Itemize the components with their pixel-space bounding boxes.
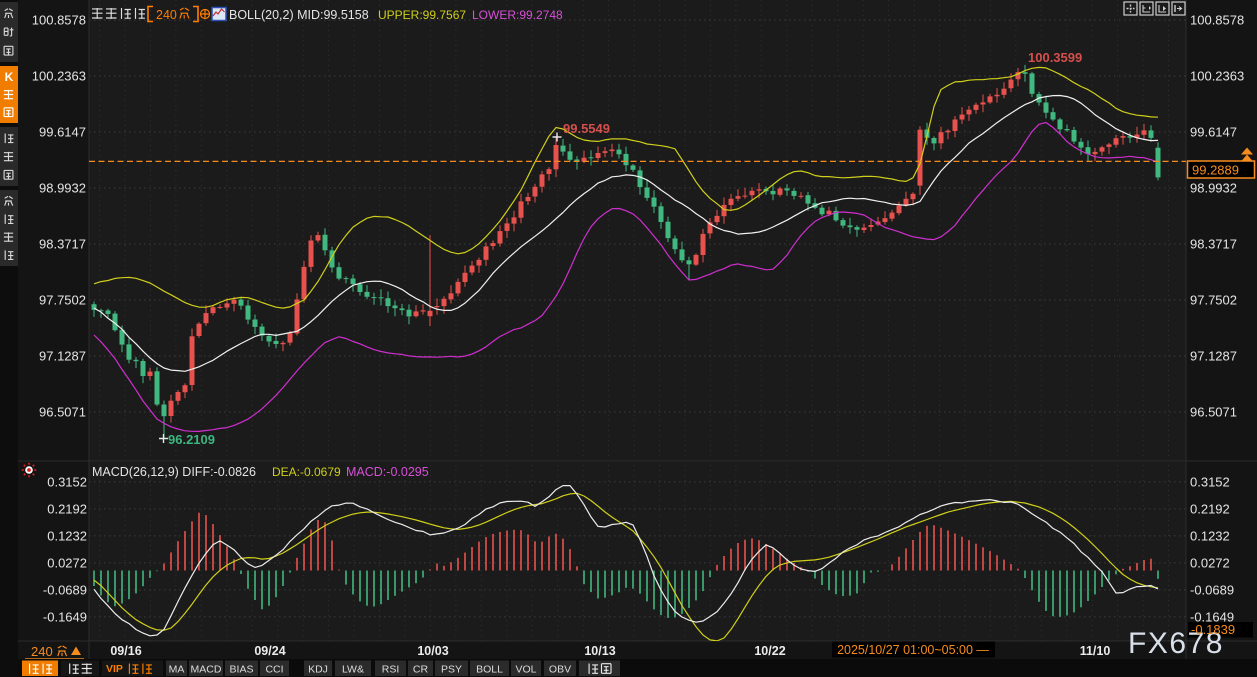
svg-text:UPPER:99.7567: UPPER:99.7567: [378, 8, 466, 22]
svg-text:98.9932: 98.9932: [1190, 181, 1237, 196]
svg-text:98.3717: 98.3717: [1190, 237, 1237, 252]
svg-text:240: 240: [156, 8, 177, 22]
svg-text:MACD: MACD: [191, 664, 222, 676]
svg-text:OBV: OBV: [549, 664, 571, 676]
svg-text:BOLL(20,2) MID:99.5158: BOLL(20,2) MID:99.5158: [229, 8, 369, 22]
svg-text:K: K: [5, 70, 14, 84]
svg-text:10/22: 10/22: [754, 644, 785, 658]
svg-text:99.5549: 99.5549: [563, 121, 610, 136]
svg-text:240: 240: [31, 644, 53, 659]
svg-text:09/24: 09/24: [254, 644, 285, 658]
svg-text:100.2363: 100.2363: [1190, 69, 1244, 84]
svg-text:0.2192: 0.2192: [47, 501, 87, 516]
svg-text:10/03: 10/03: [417, 644, 448, 658]
svg-text:MA: MA: [169, 664, 185, 676]
svg-text:96.5071: 96.5071: [39, 405, 86, 420]
svg-text:99.2889: 99.2889: [1192, 163, 1239, 178]
svg-text:09/16: 09/16: [110, 644, 141, 658]
svg-text:VIP: VIP: [106, 663, 123, 675]
svg-text:-0.1649: -0.1649: [43, 609, 87, 624]
svg-text:97.1287: 97.1287: [1190, 349, 1237, 364]
svg-text:-0.0689: -0.0689: [1190, 582, 1234, 597]
svg-text:CR: CR: [413, 664, 429, 676]
svg-text:97.7502: 97.7502: [39, 293, 86, 308]
svg-text:0.0272: 0.0272: [1190, 555, 1230, 570]
svg-text:97.7502: 97.7502: [1190, 293, 1237, 308]
svg-text:2025/10/27 01:00~05:00 —: 2025/10/27 01:00~05:00 —: [837, 643, 989, 657]
svg-text:KDJ: KDJ: [308, 664, 328, 676]
svg-text:0.0272: 0.0272: [47, 555, 87, 570]
svg-text:PSY: PSY: [441, 664, 462, 676]
svg-text:11/10: 11/10: [1080, 644, 1111, 658]
svg-text:BOLL: BOLL: [476, 664, 503, 676]
svg-text:100.2363: 100.2363: [32, 69, 86, 84]
svg-text:CCI: CCI: [265, 664, 283, 676]
svg-text:99.6147: 99.6147: [39, 125, 86, 140]
svg-text:0.3152: 0.3152: [47, 474, 87, 489]
svg-text:10/13: 10/13: [584, 644, 615, 658]
svg-text:-0.0689: -0.0689: [43, 582, 87, 597]
svg-text:100.8578: 100.8578: [1190, 13, 1244, 28]
svg-text:99.6147: 99.6147: [1190, 125, 1237, 140]
svg-text:0.2192: 0.2192: [1190, 501, 1230, 516]
svg-text:98.9932: 98.9932: [39, 181, 86, 196]
svg-text:DEA:-0.0679: DEA:-0.0679: [272, 465, 341, 479]
svg-text:96.2109: 96.2109: [168, 432, 215, 447]
svg-text:100.8578: 100.8578: [32, 13, 86, 28]
svg-text:0.3152: 0.3152: [1190, 474, 1230, 489]
svg-text:VOL: VOL: [515, 664, 536, 676]
svg-text:0.1232: 0.1232: [1190, 528, 1230, 543]
svg-text:LW&: LW&: [342, 664, 364, 676]
svg-text:BIAS: BIAS: [230, 664, 254, 676]
svg-text:0.1232: 0.1232: [47, 528, 87, 543]
svg-text:-0.1839: -0.1839: [1191, 622, 1235, 637]
svg-text:98.3717: 98.3717: [39, 237, 86, 252]
svg-text:96.5071: 96.5071: [1190, 405, 1237, 420]
svg-text:LOWER:99.2748: LOWER:99.2748: [472, 8, 563, 22]
svg-text:MACD(26,12,9) DIFF:-0.0826: MACD(26,12,9) DIFF:-0.0826: [92, 465, 256, 479]
svg-text:100.3599: 100.3599: [1028, 50, 1082, 65]
svg-text:RSI: RSI: [382, 664, 400, 676]
svg-text:97.1287: 97.1287: [39, 349, 86, 364]
svg-text:MACD:-0.0295: MACD:-0.0295: [346, 465, 429, 479]
